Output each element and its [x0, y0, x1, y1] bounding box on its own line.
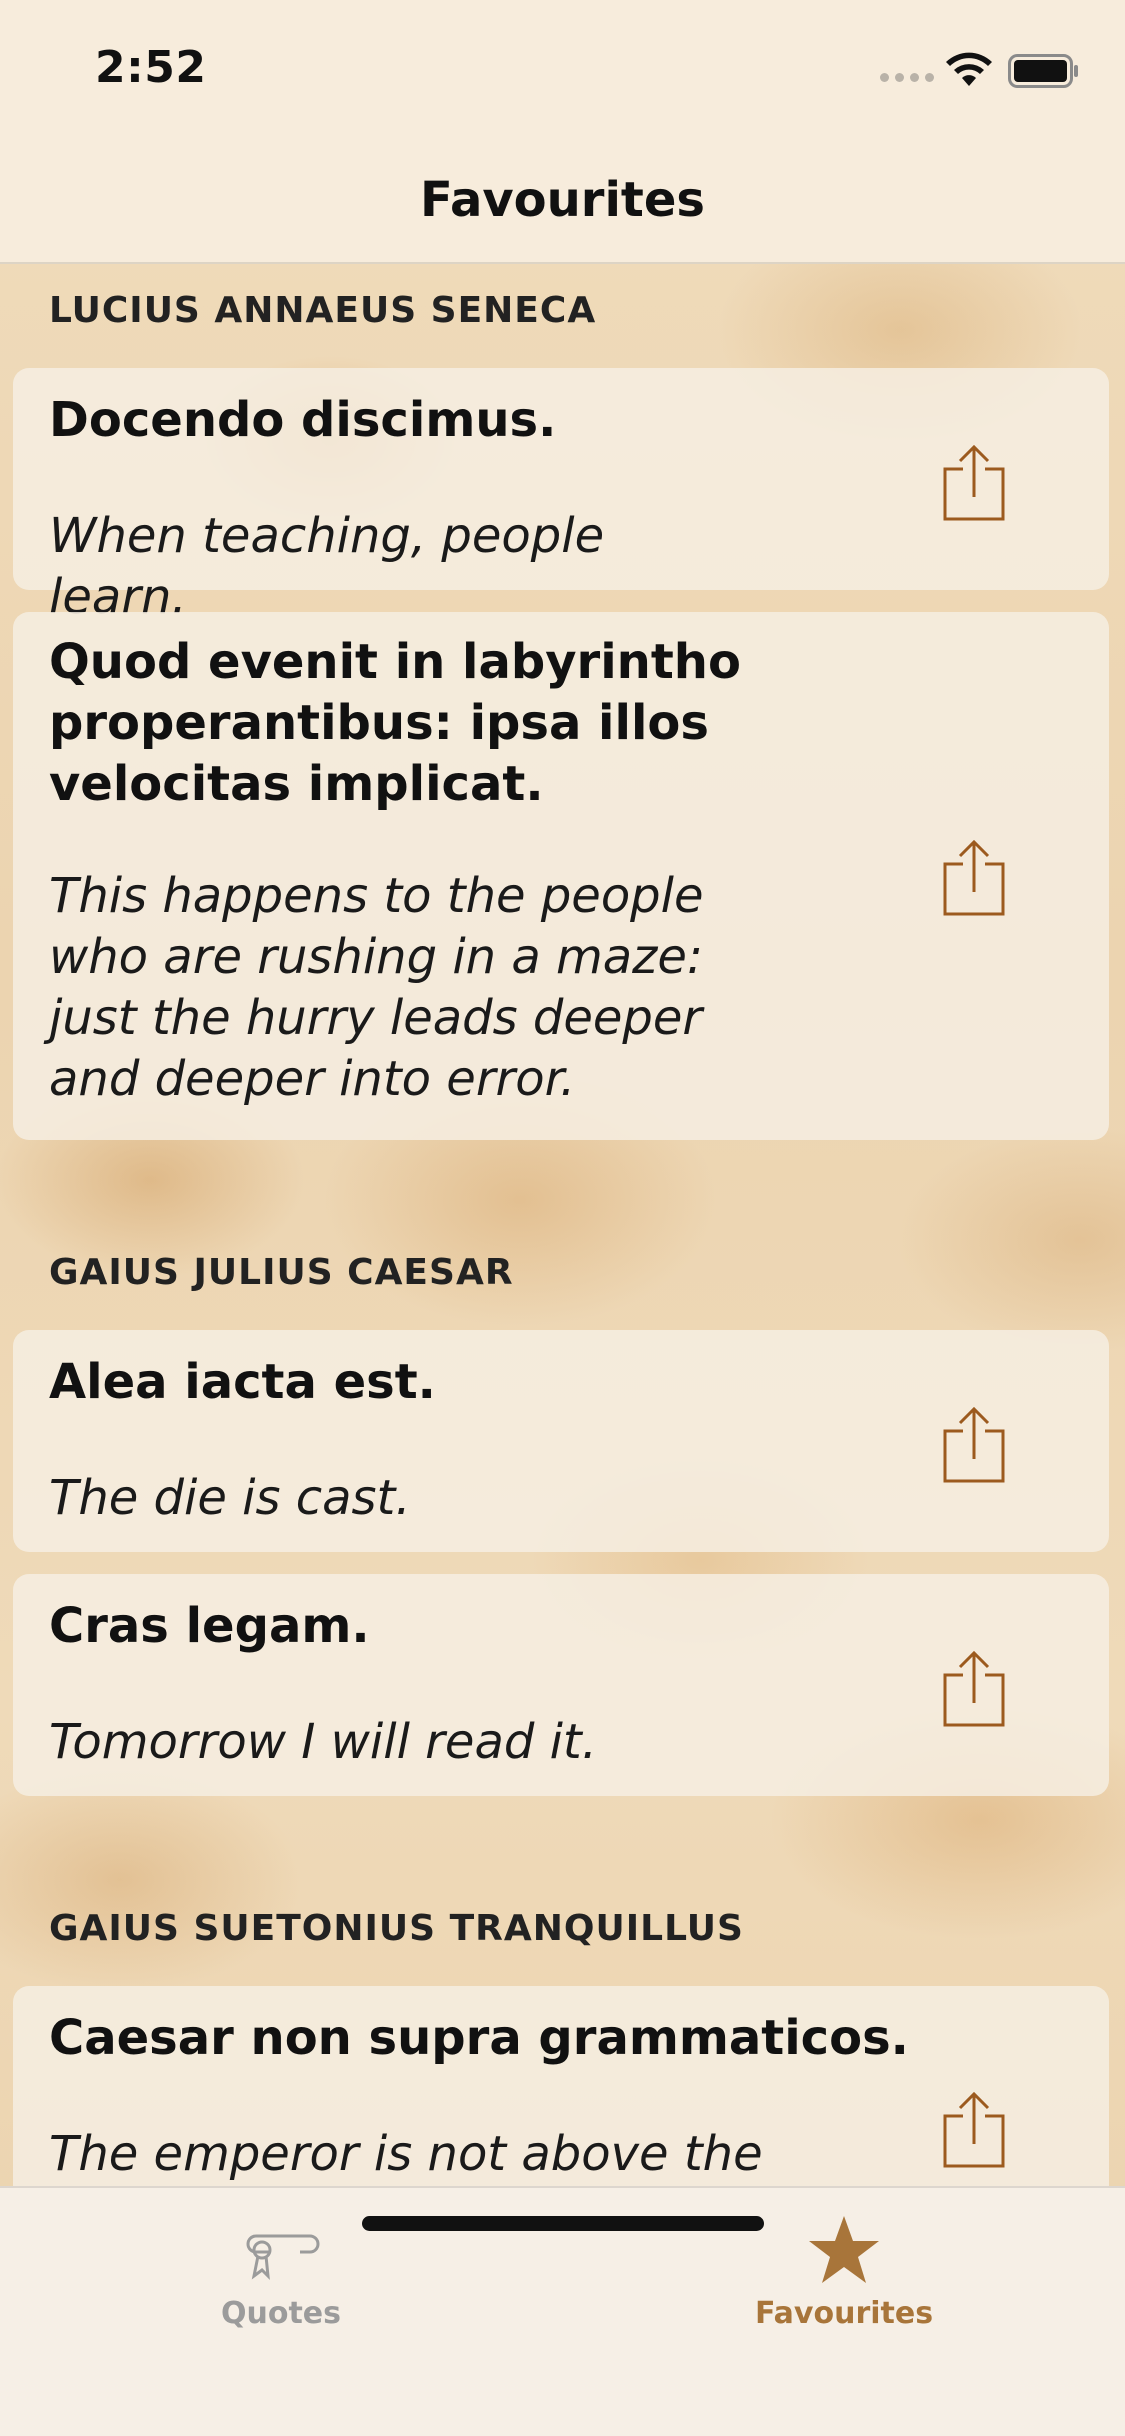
quote-card[interactable]: Cras legam. Tomorrow I will read it.	[13, 1574, 1109, 1796]
section-header-caesar: GAIUS JULIUS CAESAR	[49, 1252, 514, 1293]
tab-quotes[interactable]: Quotes	[0, 2188, 562, 2338]
home-indicator[interactable]	[362, 2216, 764, 2231]
quote-translation: Tomorrow I will read it.	[49, 1714, 597, 1770]
battery-icon	[1008, 54, 1078, 88]
share-icon[interactable]	[939, 1649, 1009, 1729]
quote-translation: This happens to the people who are rushi…	[49, 868, 704, 1107]
wifi-icon	[946, 52, 992, 86]
favourites-list[interactable]: LUCIUS ANNAEUS SENECA Docendo discimus. …	[0, 266, 1125, 2186]
section-header-seneca: LUCIUS ANNAEUS SENECA	[49, 290, 597, 331]
share-icon[interactable]	[939, 1405, 1009, 1485]
quote-translation: The emperor is not above the	[49, 2126, 763, 2182]
quote-translation: When teaching, people learn.	[49, 508, 605, 625]
quote-latin: Docendo discimus.	[49, 392, 557, 448]
page-title: Favourites	[420, 172, 705, 228]
quote-latin: Alea iacta est.	[49, 1354, 436, 1410]
quote-card[interactable]: Quod evenit in labyrintho properantibus:…	[13, 612, 1109, 1140]
tab-favourites-label: Favourites	[754, 2296, 934, 2331]
quote-card[interactable]: Alea iacta est. The die is cast.	[13, 1330, 1109, 1552]
share-icon[interactable]	[939, 838, 1009, 918]
tab-bar: Quotes Favourites	[0, 2186, 1125, 2436]
quote-latin: Cras legam.	[49, 1598, 370, 1654]
section-header-suetonius: GAIUS SUETONIUS TRANQUILLUS	[49, 1908, 744, 1949]
navigation-bar: Favourites	[0, 132, 1125, 264]
star-icon	[809, 2216, 879, 2283]
share-icon[interactable]	[939, 443, 1009, 523]
quote-latin: Caesar non supra grammaticos.	[49, 2010, 909, 2066]
share-icon[interactable]	[939, 2090, 1009, 2170]
status-time: 2:52	[95, 42, 207, 93]
cellular-signal-icon	[880, 73, 934, 83]
status-bar: 2:52	[0, 0, 1125, 132]
tab-quotes-label: Quotes	[220, 2296, 341, 2331]
quote-card[interactable]: Docendo discimus. When teaching, people …	[13, 368, 1109, 625]
quote-card[interactable]: Caesar non supra grammaticos. The empero…	[13, 1986, 1109, 2186]
quote-latin: Quod evenit in labyrintho properantibus:…	[49, 634, 741, 812]
tab-favourites[interactable]: Favourites	[563, 2188, 1125, 2338]
scroll-icon	[246, 2234, 320, 2281]
quote-translation: The die is cast.	[49, 1470, 411, 1526]
